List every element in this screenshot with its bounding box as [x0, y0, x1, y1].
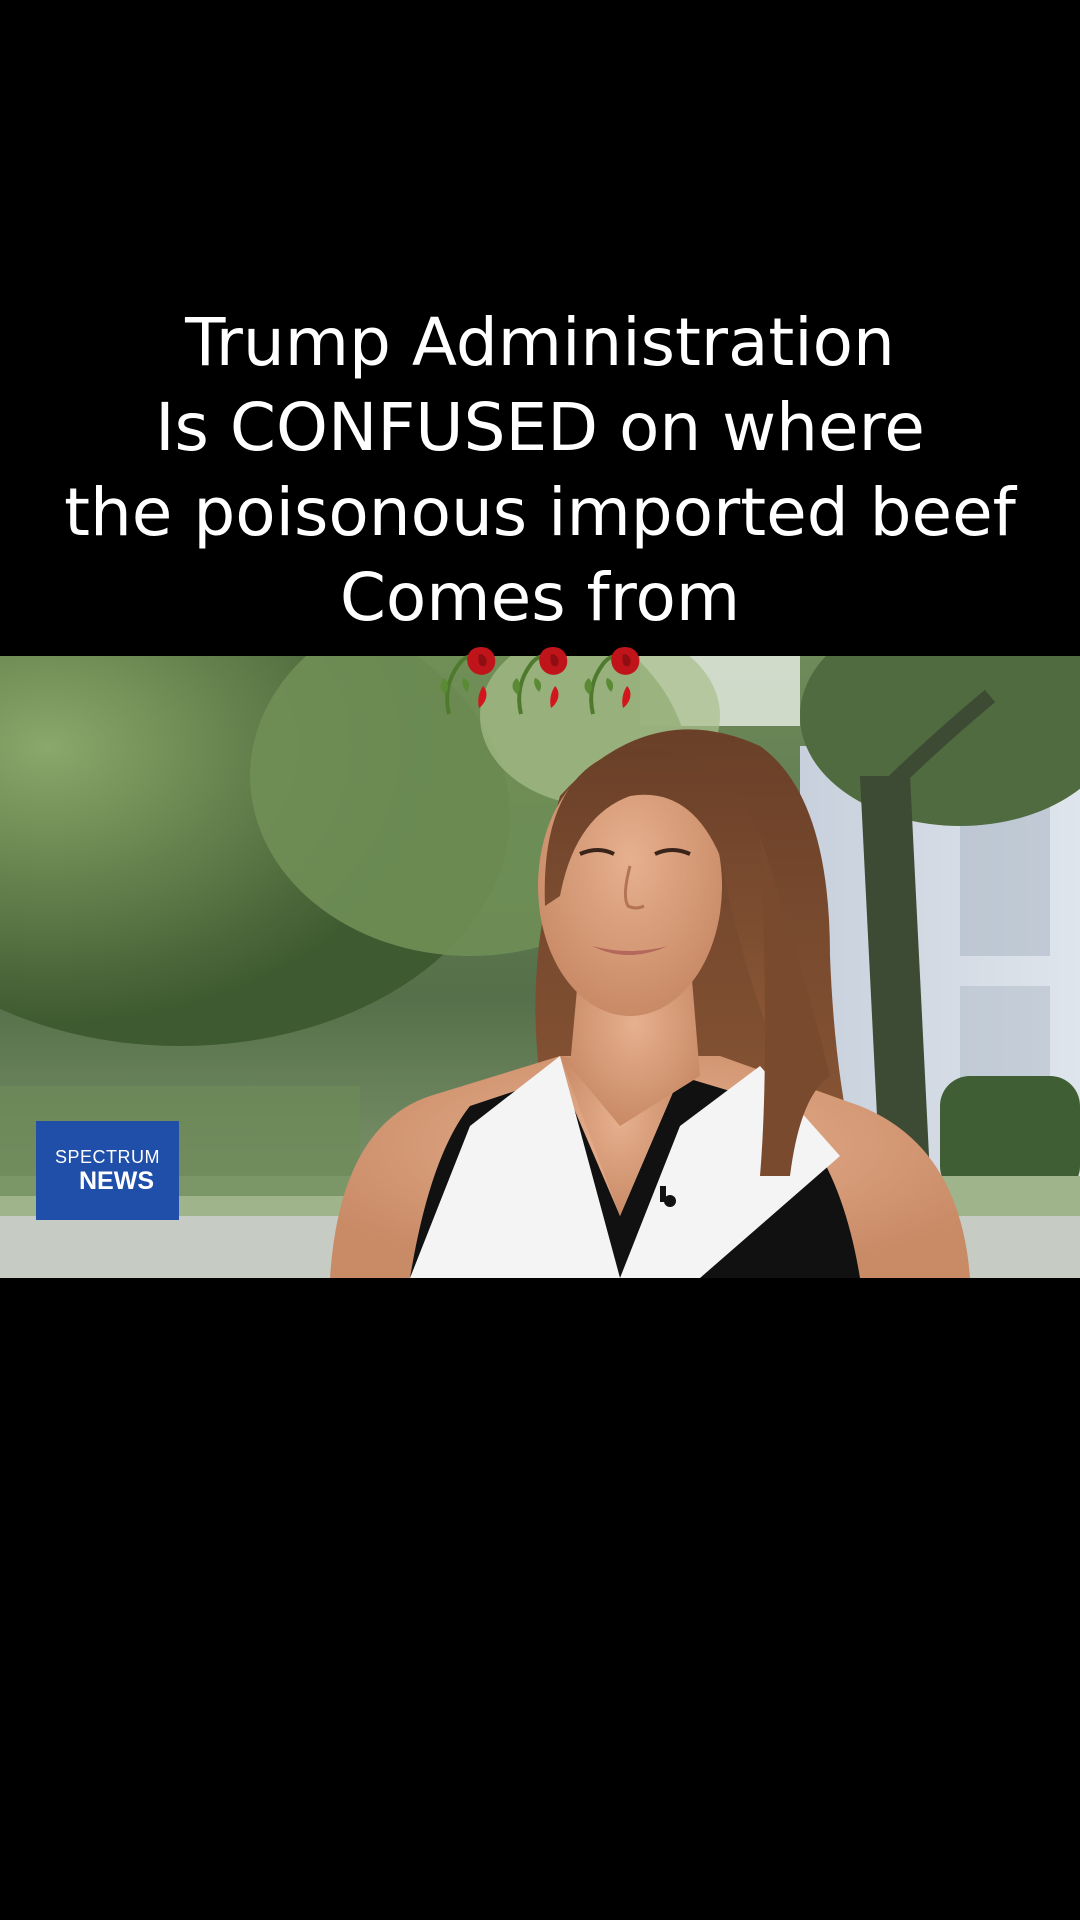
video-frame[interactable]: SPECTRUM NEWS [0, 656, 1080, 1278]
spectrum-news-logo: SPECTRUM NEWS [36, 1121, 179, 1220]
wilted-rose-icon [512, 646, 568, 715]
logo-line-1: SPECTRUM [54, 1146, 160, 1167]
caption-line-1: Trump Administration [185, 304, 895, 381]
caption-line-3: the poisonous imported beef [64, 474, 1016, 551]
logo-line-2: NEWS [79, 1166, 154, 1195]
video-caption: Trump Administration Is CONFUSED on wher… [0, 300, 1080, 722]
wilted-rose-icon [584, 646, 640, 715]
caption-line-2: Is CONFUSED on where [155, 389, 925, 466]
caption-emoji-row [0, 642, 1080, 722]
wilted-rose-icon [440, 646, 496, 715]
caption-line-4: Comes from [339, 559, 741, 636]
